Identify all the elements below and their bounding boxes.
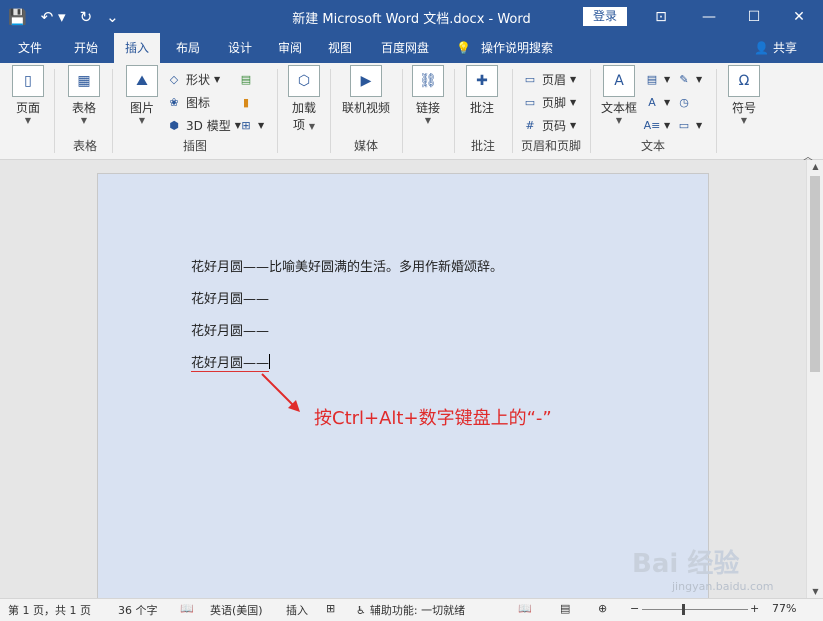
document-page[interactable]: 花好月圆——比喻美好圆满的生活。多用作新婚颂辞。 花好月圆—— 花好月圆—— 花… (97, 173, 709, 598)
lightbulb-icon: 💡 (456, 41, 471, 55)
proofing-icon[interactable]: 📖 (180, 602, 194, 615)
tab-design[interactable]: 设计 (218, 33, 262, 63)
document-line: 花好月圆—— (191, 292, 270, 307)
text-group-label: 文本 (640, 139, 665, 153)
document-line: 花好月圆——比喻美好圆满的生活。多用作新婚颂辞。 (191, 260, 504, 275)
macro-icon[interactable]: ⊞ (326, 602, 335, 615)
insert-mode[interactable]: 插入 (286, 602, 308, 618)
comments-group: 批注 (458, 67, 508, 157)
text-group: 文本 (594, 67, 712, 157)
accessibility-status[interactable]: ♿ 辅助功能: 一切就绪 (356, 602, 465, 618)
header-footer-group-label: 页眉和页脚 (520, 139, 581, 153)
table-group-label: 表格 (72, 139, 97, 153)
tell-me-search[interactable]: 💡 操作说明搜索 (456, 33, 553, 63)
tab-view[interactable]: 视图 (318, 33, 362, 63)
chevron-down-icon: ▼ (24, 116, 32, 125)
table-group: 表格 (60, 67, 110, 157)
media-group-label: 媒体 (353, 139, 378, 153)
tab-insert[interactable]: 插入 (114, 33, 160, 63)
symbol-button[interactable]: Ω 符号 ▼ (726, 65, 762, 125)
read-mode-icon[interactable]: 📖 (518, 602, 532, 615)
page-icon: ▯ (12, 65, 44, 97)
zoom-slider[interactable] (642, 609, 748, 610)
link-icon: ⛓ (412, 65, 444, 97)
accessibility-label: 辅助功能: 一切就绪 (369, 604, 466, 617)
chevron-down-icon: ▼ (740, 116, 748, 125)
status-bar: 第 1 页，共 1 页 36 个字 📖 英语(美国) 插入 ⊞ ♿ 辅助功能: … (0, 598, 823, 621)
header-footer-group: 页眉和页脚 (514, 67, 588, 157)
pages-label: 页面 (15, 101, 40, 115)
person-icon: 👤 (754, 41, 769, 55)
omega-icon: Ω (728, 65, 760, 97)
annotation-text: 按Ctrl+Alt+数字键盘上的“-” (314, 408, 552, 429)
share-label: 共享 (772, 41, 797, 55)
ribbon-display-options-icon[interactable]: ⊡ (637, 0, 685, 33)
share-button[interactable]: 👤 共享 (754, 33, 797, 63)
chevron-down-icon: ▼ (424, 116, 432, 125)
baidu-watermark: Bai 经验 jingyan.baidu.com (632, 543, 774, 593)
tab-review[interactable]: 审阅 (268, 33, 312, 63)
scroll-up-icon[interactable]: ▲ (807, 162, 823, 171)
links-label: 链接 (415, 101, 440, 115)
tab-layout[interactable]: 布局 (166, 33, 210, 63)
comments-group-label: 批注 (470, 139, 495, 153)
scroll-thumb[interactable] (810, 176, 820, 372)
pages-button[interactable]: ▯ 页面 ▼ (10, 65, 46, 125)
zoom-slider-thumb[interactable] (682, 604, 685, 615)
addins-label-top: 加载 (291, 101, 316, 115)
zoom-level[interactable]: 77% (772, 602, 796, 615)
document-line: 花好月圆—— (191, 324, 270, 339)
login-button[interactable]: 登录 (583, 7, 627, 26)
media-group: 媒体 (334, 67, 398, 157)
tab-baidu-netdisk[interactable]: 百度网盘 (372, 33, 438, 63)
watermark-url: jingyan.baidu.com (672, 580, 774, 593)
zoom-out-icon[interactable]: − (630, 602, 639, 615)
arrow-annotation (261, 373, 300, 412)
title-bar: 💾 ↶ ▾ ↻ ⌄ 新建 Microsoft Word 文档.docx - Wo… (0, 0, 823, 33)
maximize-icon[interactable]: ☐ (730, 0, 778, 33)
web-layout-icon[interactable]: ⊕ (598, 602, 607, 615)
tab-home[interactable]: 开始 (62, 33, 110, 63)
minimize-icon[interactable]: — (685, 0, 733, 33)
word-count[interactable]: 36 个字 (118, 602, 158, 618)
addins-button[interactable]: ⬡ 加载 项 ▼ (286, 65, 322, 133)
ribbon-tabs: 文件 开始 插入 布局 设计 审阅 视图 百度网盘 💡 操作说明搜索 👤 共享 (0, 33, 823, 63)
zoom-in-icon[interactable]: + (750, 602, 759, 615)
accessibility-icon: ♿ (356, 603, 366, 617)
symbol-label: 符号 (731, 101, 756, 115)
vertical-scrollbar[interactable]: ▲ ▼ (806, 160, 823, 598)
addins-label-bottom: 项 ▼ (293, 118, 315, 132)
document-area[interactable]: 花好月圆——比喻美好圆满的生活。多用作新婚颂辞。 花好月圆—— 花好月圆—— 花… (0, 160, 806, 598)
addins-icon: ⬡ (288, 65, 320, 97)
scroll-down-icon[interactable]: ▼ (807, 587, 823, 596)
tab-file[interactable]: 文件 (8, 33, 52, 63)
page-count[interactable]: 第 1 页，共 1 页 (8, 602, 91, 618)
document-line-current: 花好月圆—— (191, 352, 271, 372)
close-icon[interactable]: ✕ (775, 0, 823, 33)
language[interactable]: 英语(美国) (210, 602, 263, 618)
tell-me-label: 操作说明搜索 (480, 41, 553, 55)
text-cursor (269, 354, 271, 369)
illustrations-group-label: 插图 (182, 139, 207, 153)
print-layout-icon[interactable]: ▤ (560, 602, 570, 615)
links-button[interactable]: ⛓ 链接 ▼ (410, 65, 446, 125)
watermark-text: Bai 经验 (632, 549, 740, 579)
ribbon-insert: ▯ 页面 ▼ ▦ 表格 ▼ 表格 ⛰ 图片 ▼ ◇ 形状 ▼ ❀ 图标 ⬢ 3D… (0, 63, 823, 163)
illustrations-group: 插图 (120, 67, 270, 157)
